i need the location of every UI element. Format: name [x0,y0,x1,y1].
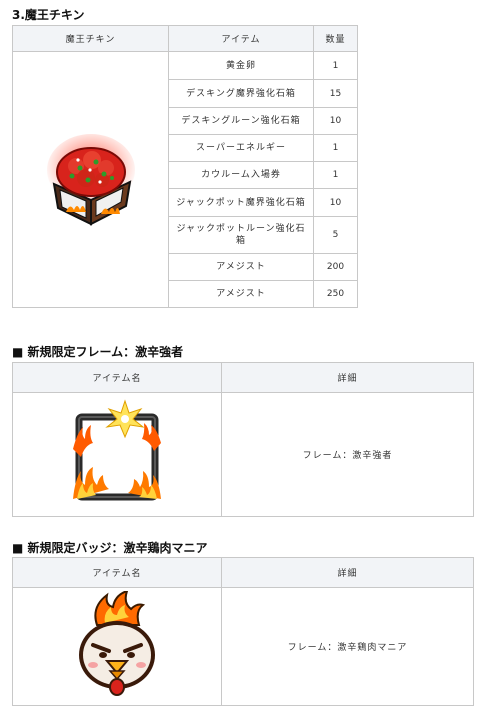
item-cell: ジャックポット魔界強化石箱 [168,188,314,217]
qty-cell: 10 [313,107,358,135]
section-title-badge: ■ 新規限定バッジ：激辛鶏肉マニア [12,541,208,555]
frame-table: アイテム名 詳細 フレーム：激辛強者 [12,362,474,517]
item-cell: カウルーム入場券 [168,161,314,189]
spicy-chicken-badge-image [79,590,155,696]
header-item: アイテム [168,25,314,52]
badge-detail: フレーム：激辛鶏肉マニア [221,587,474,706]
qty-cell: 1 [313,51,358,80]
item-cell: デスキング魔界強化石箱 [168,79,314,108]
frame-image-cell [12,392,222,517]
frame-detail: フレーム：激辛強者 [221,392,474,517]
item-cell: 黄金卵 [168,51,314,80]
header-item-name: アイテム名 [12,557,222,588]
qty-cell: 250 [313,280,358,308]
qty-cell: 200 [313,253,358,281]
qty-cell: 1 [313,161,358,189]
item-cell: アメジスト [168,280,314,308]
badge-image-cell [12,587,222,706]
demon-chicken-table: 魔王チキン アイテム 数量 黄金卵 1 デスキング魔界強化石箱 15 デスキング… [12,25,358,308]
header-quantity: 数量 [313,25,358,52]
qty-cell: 10 [313,188,358,217]
section-title-demon-chicken: 3.魔王チキン [12,8,85,22]
item-cell: ジャックポットルーン強化石箱 [168,216,314,254]
qty-cell: 5 [313,216,358,254]
item-cell: スーパーエネルギー [168,134,314,162]
qty-cell: 1 [313,134,358,162]
demon-chicken-box-image [46,134,135,226]
item-cell: アメジスト [168,253,314,281]
header-detail: 詳細 [221,557,474,588]
item-cell: デスキングルーン強化石箱 [168,107,314,135]
header-item-name: アイテム名 [12,362,222,393]
header-detail: 詳細 [221,362,474,393]
header-demon-chicken: 魔王チキン [12,25,169,52]
flame-frame-image [73,398,161,500]
badge-table: アイテム名 詳細 フレーム：激辛鶏肉マニア [12,557,474,706]
qty-cell: 15 [313,79,358,108]
demon-chicken-image-cell [12,51,169,308]
section-title-frame: ■ 新規限定フレーム：激辛強者 [12,345,184,359]
